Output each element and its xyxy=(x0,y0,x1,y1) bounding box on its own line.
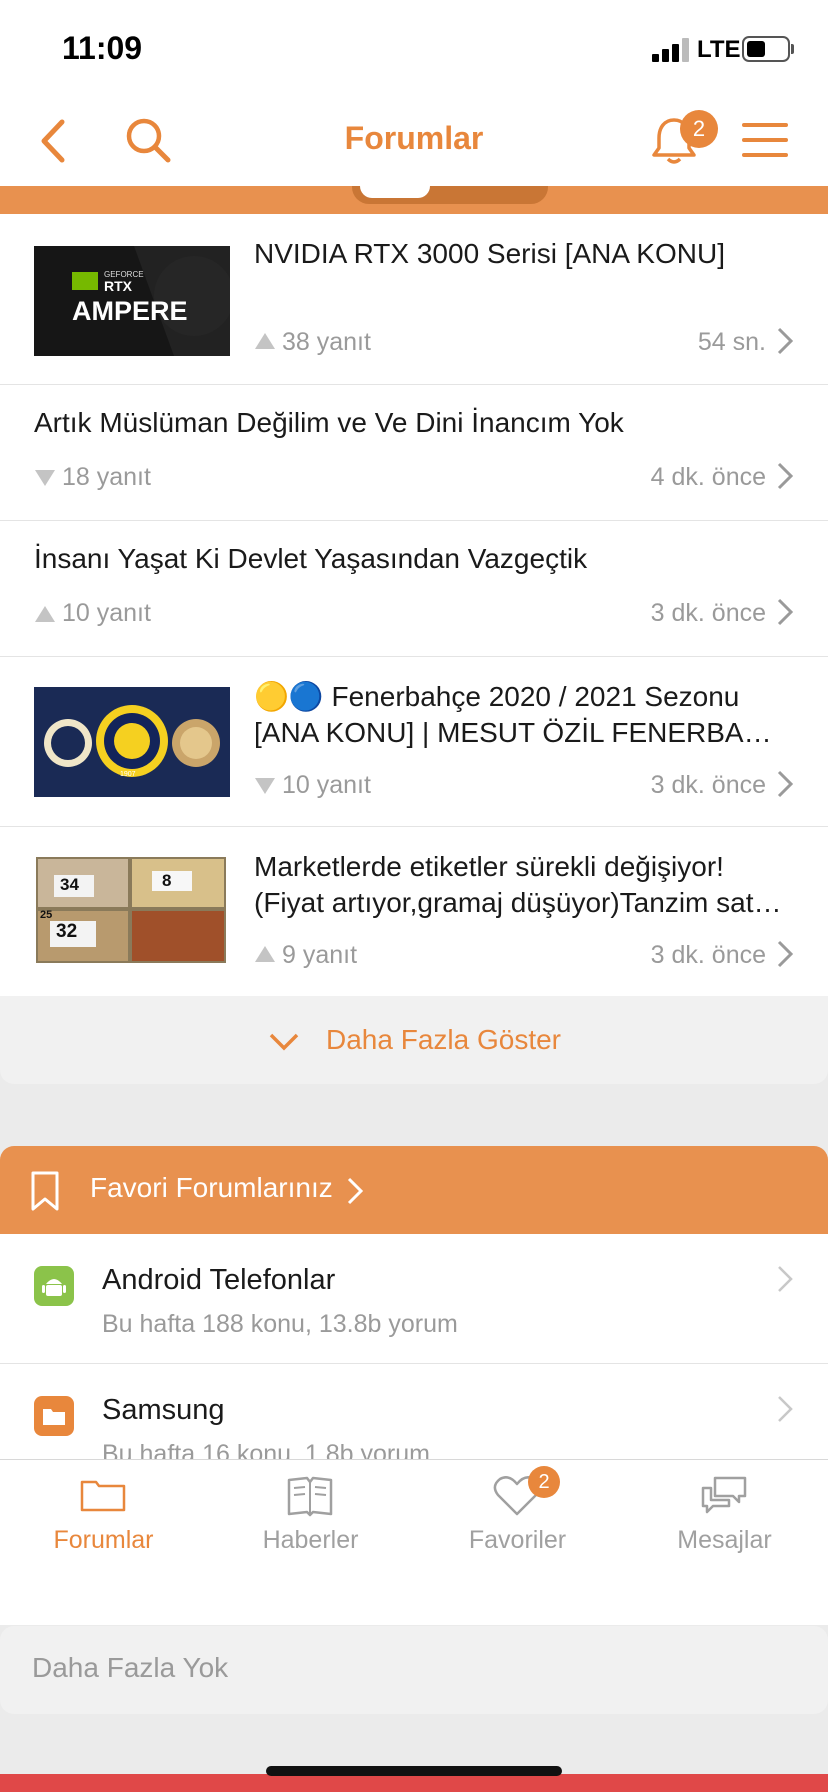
topic-row[interactable]: GEFORCE RTX AMPERE NVIDIA RTX 3000 Seris… xyxy=(0,214,828,385)
topic-row[interactable]: İnsanı Yaşat Ki Devlet Yaşasından Vazgeç… xyxy=(0,521,828,657)
topic-title: NVIDIA RTX 3000 Serisi [ANA KONU] xyxy=(254,238,725,269)
tab-label: Favoriler xyxy=(468,1526,567,1554)
no-more-label: Daha Fazla Yok xyxy=(32,1652,229,1683)
show-more-button[interactable]: Daha Fazla Göster xyxy=(0,996,828,1084)
topic-time: 3 dk. önce xyxy=(650,599,766,627)
topic-thumbnail: GEFORCE RTX AMPERE xyxy=(34,246,230,356)
chevron-right-icon xyxy=(778,1396,793,1422)
topic-title: Artık Müslüman Değilim ve Ve Dini İnancı… xyxy=(34,407,624,438)
topic-time: 54 sn. xyxy=(697,328,766,356)
forum-name: Android Telefonlar xyxy=(102,1264,336,1296)
show-more-label: Daha Fazla Göster xyxy=(326,1024,561,1055)
bottom-red-bar xyxy=(0,1774,828,1792)
favorite-forum-item[interactable]: Android Telefonlar Bu hafta 188 konu, 13… xyxy=(0,1234,828,1364)
trend-up-icon xyxy=(255,946,275,962)
favorites-badge: 2 xyxy=(528,1466,560,1498)
thumb-text: 1907 xyxy=(120,771,136,778)
status-time: 11:09 xyxy=(62,30,143,66)
thumb-text: AMPERE xyxy=(72,296,188,326)
chevron-right-icon xyxy=(778,1266,793,1292)
thumb-text: 8 xyxy=(162,871,172,890)
folder-icon xyxy=(34,1396,74,1436)
menu-icon[interactable] xyxy=(742,120,788,160)
topic-row[interactable]: 34 8 32 25 Marketlerde etiketler sürekli… xyxy=(0,827,828,996)
signal-icon xyxy=(652,38,690,62)
topic-title: İnsanı Yaşat Ki Devlet Yaşasından Vazgeç… xyxy=(34,543,588,574)
chevron-right-icon xyxy=(777,462,794,490)
bottom-tab-bar: Forumlar Haberler 2 Favoriler Mesajlar xyxy=(0,1459,828,1625)
reply-count: 38 yanıt xyxy=(282,328,371,356)
topic-row[interactable]: Artık Müslüman Değilim ve Ve Dini İnancı… xyxy=(0,385,828,521)
topic-time: 4 dk. önce xyxy=(650,463,766,491)
trend-up-icon xyxy=(255,333,275,349)
favorites-title: Favori Forumlarınız xyxy=(90,1172,333,1203)
home-indicator[interactable] xyxy=(266,1766,562,1776)
trend-down-icon xyxy=(35,470,55,486)
trend-down-icon xyxy=(255,778,275,794)
topic-list: GEFORCE RTX AMPERE NVIDIA RTX 3000 Seris… xyxy=(0,214,828,996)
thumb-text: 25 xyxy=(40,909,53,921)
favorite-forum-item[interactable]: Samsung Bu hafta 16 konu, 1.8b yorum xyxy=(0,1364,828,1460)
android-icon xyxy=(34,1266,74,1306)
no-more-banner: Daha Fazla Yok xyxy=(0,1626,828,1714)
folder-icon xyxy=(80,1480,126,1512)
filter-strip xyxy=(0,186,828,214)
trend-up-icon xyxy=(35,606,55,622)
thumb-text: RTX xyxy=(104,278,132,294)
reply-count: 10 yanıt xyxy=(282,771,371,799)
topic-title: 🟡🔵 Fenerbahçe 2020 / 2021 Sezonu [ANA KO… xyxy=(254,681,772,748)
reply-count: 9 yanıt xyxy=(282,941,358,969)
tab-forumlar[interactable]: Forumlar xyxy=(0,1460,207,1590)
network-label: LTE xyxy=(697,36,741,63)
app-screen: 11:09 LTE Forumlar 2 GEFORCE RTX AMPERE … xyxy=(0,0,828,1792)
reply-count: 18 yanıt xyxy=(62,463,151,491)
topic-time: 3 dk. önce xyxy=(650,771,766,799)
notification-badge: 2 xyxy=(680,110,718,148)
thumb-text: 34 xyxy=(60,875,79,894)
chat-icon xyxy=(701,1476,747,1514)
topic-time: 3 dk. önce xyxy=(650,941,766,969)
chevron-right-icon xyxy=(777,327,794,355)
tab-label: Haberler xyxy=(262,1526,359,1554)
chevron-right-icon xyxy=(777,940,794,968)
chevron-down-icon xyxy=(269,1033,299,1051)
forum-stats: Bu hafta 188 konu, 13.8b yorum xyxy=(102,1310,458,1338)
reply-count: 10 yanıt xyxy=(62,599,151,627)
tab-haberler[interactable]: Haberler xyxy=(207,1460,414,1590)
tab-label: Forumlar xyxy=(53,1526,154,1554)
favorites-list: Android Telefonlar Bu hafta 188 konu, 13… xyxy=(0,1234,828,1460)
topic-thumbnail: 1907 xyxy=(34,687,230,797)
chevron-right-icon xyxy=(777,598,794,626)
tab-favoriler[interactable]: 2 Favoriler xyxy=(414,1460,621,1590)
chevron-right-icon xyxy=(347,1177,364,1205)
topic-thumbnail: 34 8 32 25 xyxy=(36,857,226,963)
thumb-text: 32 xyxy=(56,921,78,942)
chevron-right-icon xyxy=(777,770,794,798)
topic-row[interactable]: 1907 🟡🔵 Fenerbahçe 2020 / 2021 Sezonu [A… xyxy=(0,657,828,827)
topic-title: Marketlerde etiketler sürekli değişiyor!… xyxy=(254,851,782,918)
bookmark-icon xyxy=(31,1171,59,1211)
newspaper-icon xyxy=(287,1476,333,1517)
forum-stats: Bu hafta 16 konu, 1.8b yorum xyxy=(102,1440,430,1460)
favorites-header[interactable]: Favori Forumlarınız xyxy=(0,1146,828,1234)
tab-mesajlar[interactable]: Mesajlar xyxy=(621,1460,828,1590)
top-nav-bar: Forumlar 2 xyxy=(0,96,828,186)
forum-name: Samsung xyxy=(102,1394,225,1426)
status-bar: 11:09 LTE xyxy=(0,0,828,96)
battery-icon xyxy=(742,36,790,62)
tab-label: Mesajlar xyxy=(677,1526,772,1554)
